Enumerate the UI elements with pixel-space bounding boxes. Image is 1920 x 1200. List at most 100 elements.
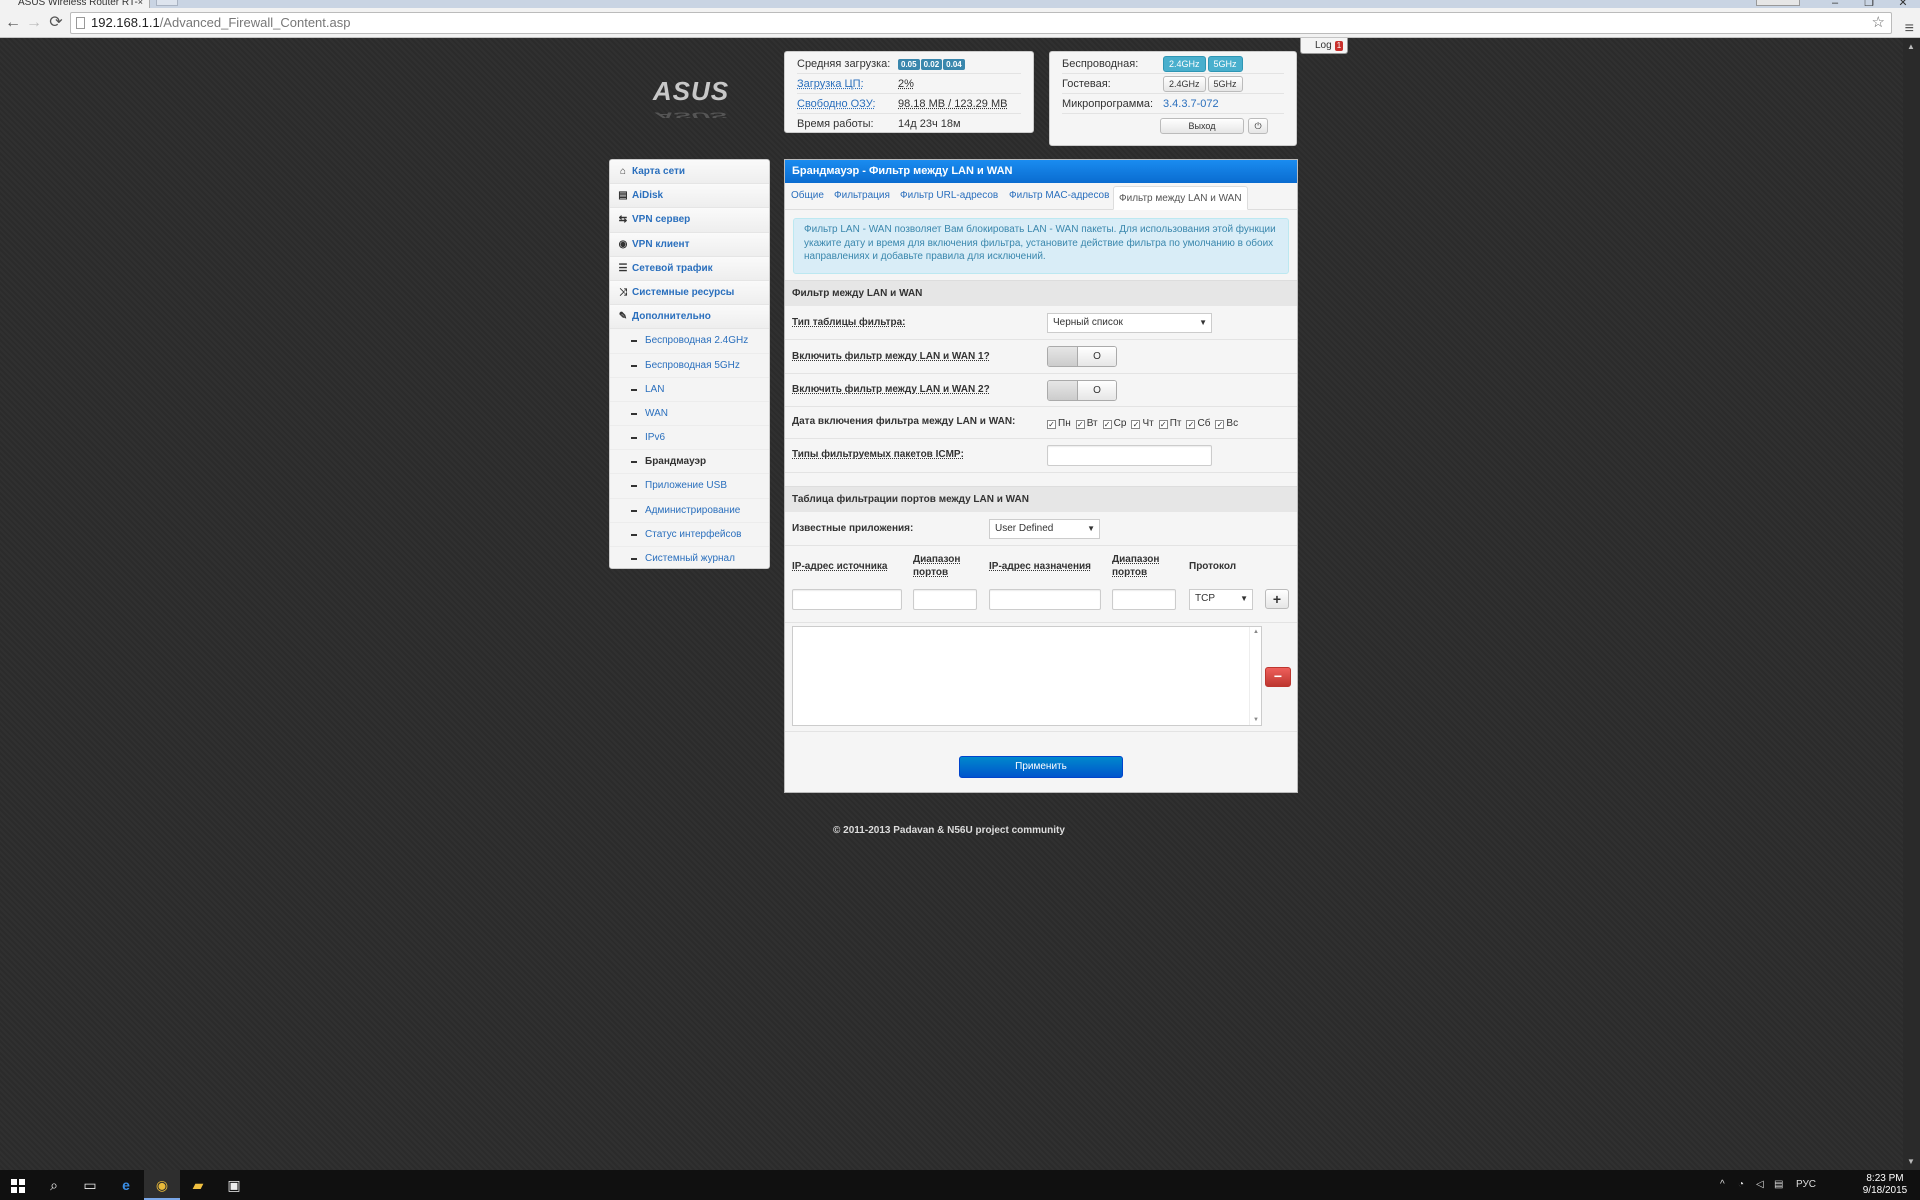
cpu-label[interactable]: Загрузка ЦП: [797,74,864,94]
checkbox-icon[interactable]: ✓ [1186,420,1196,429]
sidebar-subitem-firewall[interactable]: Брандмауэр [610,450,769,475]
sidebar-subitem-wireless-5[interactable]: Беспроводная 5GHz [610,353,769,378]
day-tue[interactable]: ✓ Вт [1075,418,1098,429]
checkbox-icon[interactable]: ✓ [1158,420,1168,429]
filter-type-select[interactable]: Черный список ▼ [1047,313,1212,333]
browser-tab[interactable]: ASUS Wireless Router RT- × [0,0,150,8]
src-port-input[interactable] [913,589,977,610]
dash-icon [631,364,637,367]
guest-24ghz-button[interactable]: 2.4GHz [1163,76,1206,92]
src-ip-input[interactable] [792,589,902,610]
asus-logo: ASUS ASUS [652,78,728,118]
minimize-icon[interactable]: – [1818,0,1852,9]
known-apps-select[interactable]: User Defined ▼ [989,519,1100,539]
sidebar-subitem-lan[interactable]: LAN [610,377,769,402]
day-wed[interactable]: ✓ Ср [1102,418,1126,429]
sidebar-item-vpn-client[interactable]: ◉ VPN клиент [610,232,769,257]
search-icon[interactable]: ⌕ [36,1170,72,1200]
tab-url-filter[interactable]: Фильтр URL-адресов [900,190,998,201]
checkbox-icon[interactable]: ✓ [1047,420,1056,429]
sidebar-subitem-ipv6[interactable]: IPv6 [610,426,769,451]
file-explorer-icon[interactable]: ▰ [180,1170,216,1200]
url-path: /Advanced_Firewall_Content.asp [159,15,351,30]
notifications-icon[interactable]: ▤ [1774,1170,1783,1200]
restore-icon[interactable]: ❐ [1852,0,1886,9]
checkbox-icon[interactable]: ✓ [1102,420,1112,429]
task-view-icon[interactable]: ▭ [72,1170,108,1200]
bookmark-star-icon[interactable]: ☆ [1872,13,1885,33]
sidebar-item-network-map[interactable]: ⌂ Карта сети [610,160,769,185]
clock[interactable]: 8:23 PM 9/18/2015 [1860,1173,1910,1197]
day-fri[interactable]: ✓ Пт [1158,418,1181,429]
col-dst-ip: IP-адрес назначения [989,561,1092,572]
sidebar-item-vpn-server[interactable]: ⇆ VPN сервер [610,208,769,233]
logout-button[interactable]: Выход [1160,118,1244,134]
day-mon[interactable]: ✓ Пн [1047,418,1071,429]
sidebar-subitem-interfaces[interactable]: Статус интерфейсов [610,522,769,547]
close-window-icon[interactable]: ✕ [1886,0,1920,9]
rules-list[interactable]: ▲ ▼ [792,626,1262,726]
scroll-down-icon[interactable]: ▼ [1907,1157,1915,1166]
forward-icon[interactable]: → [25,14,43,32]
day-sun[interactable]: ✓ Вс [1215,418,1238,429]
protocol-value: TCP [1195,593,1215,604]
sidebar-subitem-label: Статус интерфейсов [645,528,742,540]
scroll-up-icon[interactable]: ▲ [1253,629,1259,635]
tab-filtering[interactable]: Фильтрация [834,190,890,201]
enable-filter1-toggle[interactable]: O [1047,346,1117,367]
dst-ip-input[interactable] [989,589,1101,610]
guest-5ghz-button[interactable]: 5GHz [1207,76,1243,92]
tab-lan-wan-filter[interactable]: Фильтр между LAN и WAN [1113,186,1248,210]
icmp-input[interactable] [1047,445,1212,466]
sidebar-subitem-usb[interactable]: Приложение USB [610,474,769,499]
checkbox-icon[interactable]: ✓ [1215,420,1225,429]
tab-general[interactable]: Общие [791,190,824,201]
sidebar-subitem-syslog[interactable]: Системный журнал [610,547,769,568]
language-indicator[interactable]: РУС [1796,1170,1816,1200]
back-icon[interactable]: ← [4,14,22,32]
sidebar-subitem-wireless-24[interactable]: Беспроводная 2.4GHz [610,329,769,354]
day-thu[interactable]: ✓ Чт [1131,418,1154,429]
checkbox-icon[interactable]: ✓ [1131,420,1141,429]
sidebar-item-aidisk[interactable]: ▤ AiDisk [610,184,769,209]
wireless-5ghz-button[interactable]: 5GHz [1207,56,1243,72]
sidebar-item-system-resources[interactable]: ⤨ Системные ресурсы [610,280,769,306]
sidebar-subitem-admin[interactable]: Администрирование [610,498,769,523]
volume-icon[interactable]: ◁ [1756,1170,1764,1200]
protocol-select[interactable]: TCP ▼ [1189,589,1253,610]
network-icon[interactable]: ◔ [1738,1170,1744,1200]
tab-close-icon[interactable]: × [138,0,143,7]
scroll-up-icon[interactable]: ▲ [1907,42,1915,51]
start-button[interactable] [0,1170,36,1200]
power-icon[interactable]: ⏻ [1248,118,1268,134]
rules-scrollbar[interactable]: ▲ ▼ [1249,627,1261,725]
page-scrollbar[interactable]: ▲ ▼ [1903,38,1920,1170]
add-rule-button[interactable]: + [1265,589,1289,609]
profile-button[interactable] [1756,0,1800,6]
edge-icon[interactable]: e [108,1170,144,1200]
ram-label[interactable]: Свободно ОЗУ: [797,94,876,114]
new-tab-button[interactable] [156,0,178,6]
address-bar[interactable]: 192.168.1.1/Advanced_Firewall_Content.as… [70,12,1892,34]
reload-icon[interactable]: ⟳ [47,14,65,32]
log-button[interactable]: Log 1 [1300,38,1348,54]
day-sat[interactable]: ✓ Сб [1186,418,1210,429]
browser-menu-icon[interactable]: ≡ [1905,20,1914,38]
tab-mac-filter[interactable]: Фильтр MAC-адресов [1009,190,1109,201]
wireless-24ghz-button[interactable]: 2.4GHz [1163,56,1206,72]
enable-filter2-toggle[interactable]: O [1047,380,1117,401]
sidebar-subitem-wan[interactable]: WAN [610,401,769,427]
dst-port-input[interactable] [1112,589,1176,610]
scroll-down-icon[interactable]: ▼ [1253,717,1259,723]
apply-button[interactable]: Применить [959,756,1123,778]
firmware-value[interactable]: 3.4.3.7-072 [1163,94,1219,114]
dash-icon [631,509,637,512]
sidebar-item-advanced[interactable]: ✎ Дополнительно [610,305,769,330]
delete-rule-button[interactable]: − [1265,667,1291,687]
sidebar-item-traffic[interactable]: ☰ Сетевой трафик [610,256,769,281]
tray-chevron-icon[interactable]: ^ [1720,1170,1725,1200]
filter-type-row: Тип таблицы фильтра: Черный список ▼ [785,307,1297,340]
store-icon[interactable]: ▣ [216,1170,252,1200]
checkbox-icon[interactable]: ✓ [1075,420,1085,429]
chrome-icon[interactable]: ◉ [144,1170,180,1200]
